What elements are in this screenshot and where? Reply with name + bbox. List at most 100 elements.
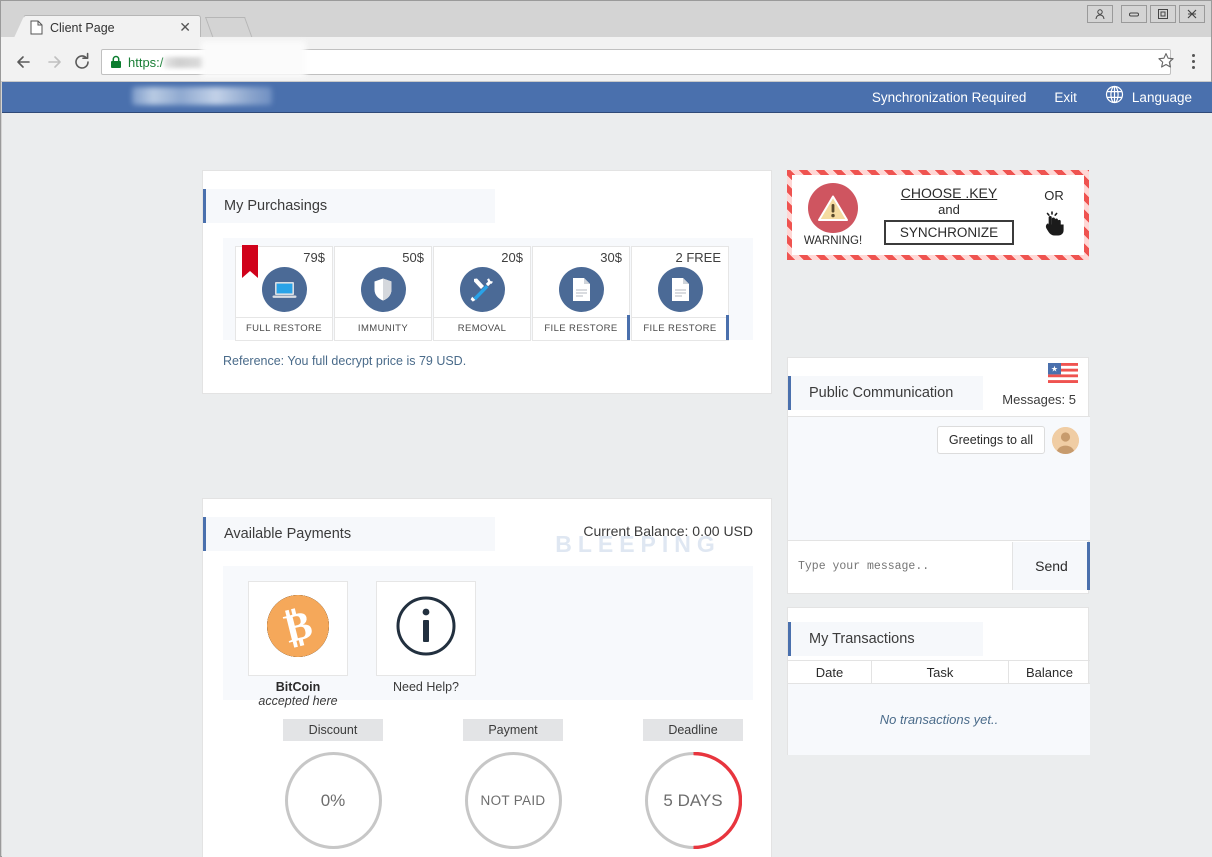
tab-title: Client Page bbox=[50, 21, 176, 35]
deadline-gauge: Deadline 5 DAYS bbox=[618, 719, 768, 849]
section-title: My Transactions bbox=[809, 631, 915, 647]
browser-window: Client Page ✕ bbox=[0, 0, 1212, 857]
address-bar[interactable]: https:/ bbox=[101, 49, 1171, 75]
us-flag-icon[interactable]: ★ bbox=[1048, 363, 1078, 383]
page-viewport: Synchronization Required Exit Language M… bbox=[2, 82, 1212, 857]
site-logo bbox=[132, 87, 272, 105]
product-card-file-restore-free[interactable]: 2 FREE FILE RESTORE bbox=[631, 246, 729, 341]
app-header: Synchronization Required Exit Language bbox=[2, 82, 1212, 113]
product-card-immunity[interactable]: 50$ IMMUNITY bbox=[334, 246, 432, 341]
chat-input-bar: Send bbox=[788, 542, 1090, 590]
document-icon bbox=[559, 267, 604, 312]
column-header-date: Date bbox=[788, 661, 872, 683]
need-help-caption: Need Help? bbox=[376, 680, 476, 694]
warning-inner: WARNING! CHOOSE .KEY and SYNCHRONIZE OR bbox=[792, 175, 1084, 255]
new-tab-icon[interactable] bbox=[205, 17, 253, 39]
gauge-label: Deadline bbox=[643, 719, 743, 741]
product-name: FILE RESTORE bbox=[533, 317, 629, 340]
column-header-balance: Balance bbox=[1009, 661, 1090, 683]
payment-gauge: Payment NOT PAID bbox=[438, 719, 588, 849]
page-icon bbox=[30, 20, 43, 35]
bitcoin-icon: ₿ bbox=[267, 595, 329, 662]
browser-tab[interactable]: Client Page ✕ bbox=[23, 15, 201, 39]
close-icon[interactable]: ✕ bbox=[176, 19, 194, 36]
product-price: 20$ bbox=[434, 247, 530, 267]
bitcoin-caption: BitCoin accepted here bbox=[248, 680, 348, 708]
chat-input[interactable] bbox=[788, 542, 1012, 590]
my-purchasings-panel: My Purchasings 79$ FULL RESTORE bbox=[202, 170, 772, 394]
need-help-tile[interactable] bbox=[376, 581, 476, 676]
bitcoin-payment-tile[interactable]: ₿ bbox=[248, 581, 348, 676]
current-balance: Current Balance: 0.00 USD bbox=[583, 523, 753, 539]
product-card-full-restore[interactable]: 79$ FULL RESTORE bbox=[235, 246, 333, 341]
product-name: FILE RESTORE bbox=[632, 317, 728, 340]
need-help-label: Need Help? bbox=[376, 680, 476, 694]
gauge-ring: 5 DAYS bbox=[645, 752, 742, 849]
section-title: Available Payments bbox=[224, 526, 351, 542]
transactions-table-header: Date Task Balance bbox=[788, 660, 1090, 684]
and-label: and bbox=[874, 202, 1024, 217]
warning-label: WARNING! bbox=[792, 235, 874, 247]
sync-required-link[interactable]: Synchronization Required bbox=[872, 90, 1027, 105]
product-strip: 79$ FULL RESTORE 50$ IMMUNITY bbox=[223, 238, 753, 340]
gauge-value: 0% bbox=[321, 791, 346, 811]
document-icon bbox=[658, 267, 703, 312]
kebab-menu-icon[interactable] bbox=[1185, 51, 1201, 71]
available-payments-panel: Available Payments Current Balance: 0.00… bbox=[202, 498, 772, 857]
product-row: 79$ FULL RESTORE 50$ IMMUNITY bbox=[223, 238, 753, 349]
public-communication-header: Public Communication bbox=[788, 376, 983, 410]
warning-icon-block: WARNING! bbox=[792, 183, 874, 247]
click-hand-icon[interactable] bbox=[1041, 224, 1067, 241]
warning-triangle-icon bbox=[808, 183, 858, 233]
gauge-ring: NOT PAID bbox=[465, 752, 562, 849]
send-button[interactable]: Send bbox=[1012, 542, 1090, 590]
account-icon[interactable] bbox=[1087, 5, 1113, 23]
available-payments-header: Available Payments bbox=[203, 517, 495, 551]
product-price: 50$ bbox=[335, 247, 431, 267]
reference-note: Reference: You full decrypt price is 79 … bbox=[223, 354, 466, 368]
gauge-label: Payment bbox=[463, 719, 563, 741]
payment-methods-strip: ₿ BitCoin accepted here Need Help? bbox=[223, 566, 753, 700]
transactions-empty-text: No transactions yet.. bbox=[880, 712, 999, 727]
messages-count: Messages: 5 bbox=[1002, 392, 1076, 407]
warning-panel: WARNING! CHOOSE .KEY and SYNCHRONIZE OR bbox=[787, 170, 1089, 260]
browser-titlebar: Client Page ✕ bbox=[1, 1, 1211, 37]
product-name: REMOVAL bbox=[434, 317, 530, 340]
user-avatar-icon bbox=[1052, 427, 1079, 454]
close-window-icon[interactable] bbox=[1179, 5, 1205, 23]
bookmark-star-icon[interactable] bbox=[1157, 52, 1175, 70]
chat-message-row: Greetings to all bbox=[788, 417, 1090, 454]
synchronize-button[interactable]: SYNCHRONIZE bbox=[884, 220, 1014, 245]
lock-icon bbox=[110, 55, 122, 69]
maximize-icon[interactable] bbox=[1150, 5, 1176, 23]
info-icon bbox=[395, 595, 457, 662]
minimize-icon[interactable] bbox=[1121, 5, 1147, 23]
my-purchasings-header: My Purchasings bbox=[203, 189, 495, 223]
forward-arrow-icon bbox=[43, 51, 65, 73]
gauge-value: NOT PAID bbox=[481, 793, 546, 808]
gauge-label: Discount bbox=[283, 719, 383, 741]
language-label: Language bbox=[1132, 90, 1192, 105]
globe-icon bbox=[1105, 85, 1124, 109]
exit-link[interactable]: Exit bbox=[1054, 90, 1077, 105]
bitcoin-caption-line-1: BitCoin bbox=[248, 680, 348, 694]
gauge-ring: 0% bbox=[285, 752, 382, 849]
back-arrow-icon[interactable] bbox=[13, 51, 35, 73]
product-name: FULL RESTORE bbox=[236, 317, 332, 340]
reload-icon[interactable] bbox=[71, 51, 93, 73]
choose-key-link[interactable]: CHOOSE .KEY bbox=[874, 185, 1024, 201]
language-selector[interactable]: Language bbox=[1105, 85, 1192, 109]
svg-text:★: ★ bbox=[1051, 364, 1058, 373]
page-title: My Purchasings bbox=[224, 198, 327, 214]
product-card-removal[interactable]: 20$ REMOVAL bbox=[433, 246, 531, 341]
column-header-task: Task bbox=[872, 661, 1009, 683]
status-gauges: Discount 0% Payment NOT PAID Deadline bbox=[203, 719, 773, 857]
warning-actions: CHOOSE .KEY and SYNCHRONIZE bbox=[874, 185, 1024, 245]
my-transactions-header: My Transactions bbox=[788, 622, 983, 656]
or-label: OR bbox=[1024, 188, 1084, 203]
product-card-file-restore-paid[interactable]: 30$ FILE RESTORE bbox=[532, 246, 630, 341]
bitcoin-caption-line-2: accepted here bbox=[248, 694, 348, 708]
app-nav: Synchronization Required Exit Language bbox=[872, 85, 1212, 109]
chat-messages: Greetings to all bbox=[788, 416, 1090, 541]
tools-icon bbox=[460, 267, 505, 312]
